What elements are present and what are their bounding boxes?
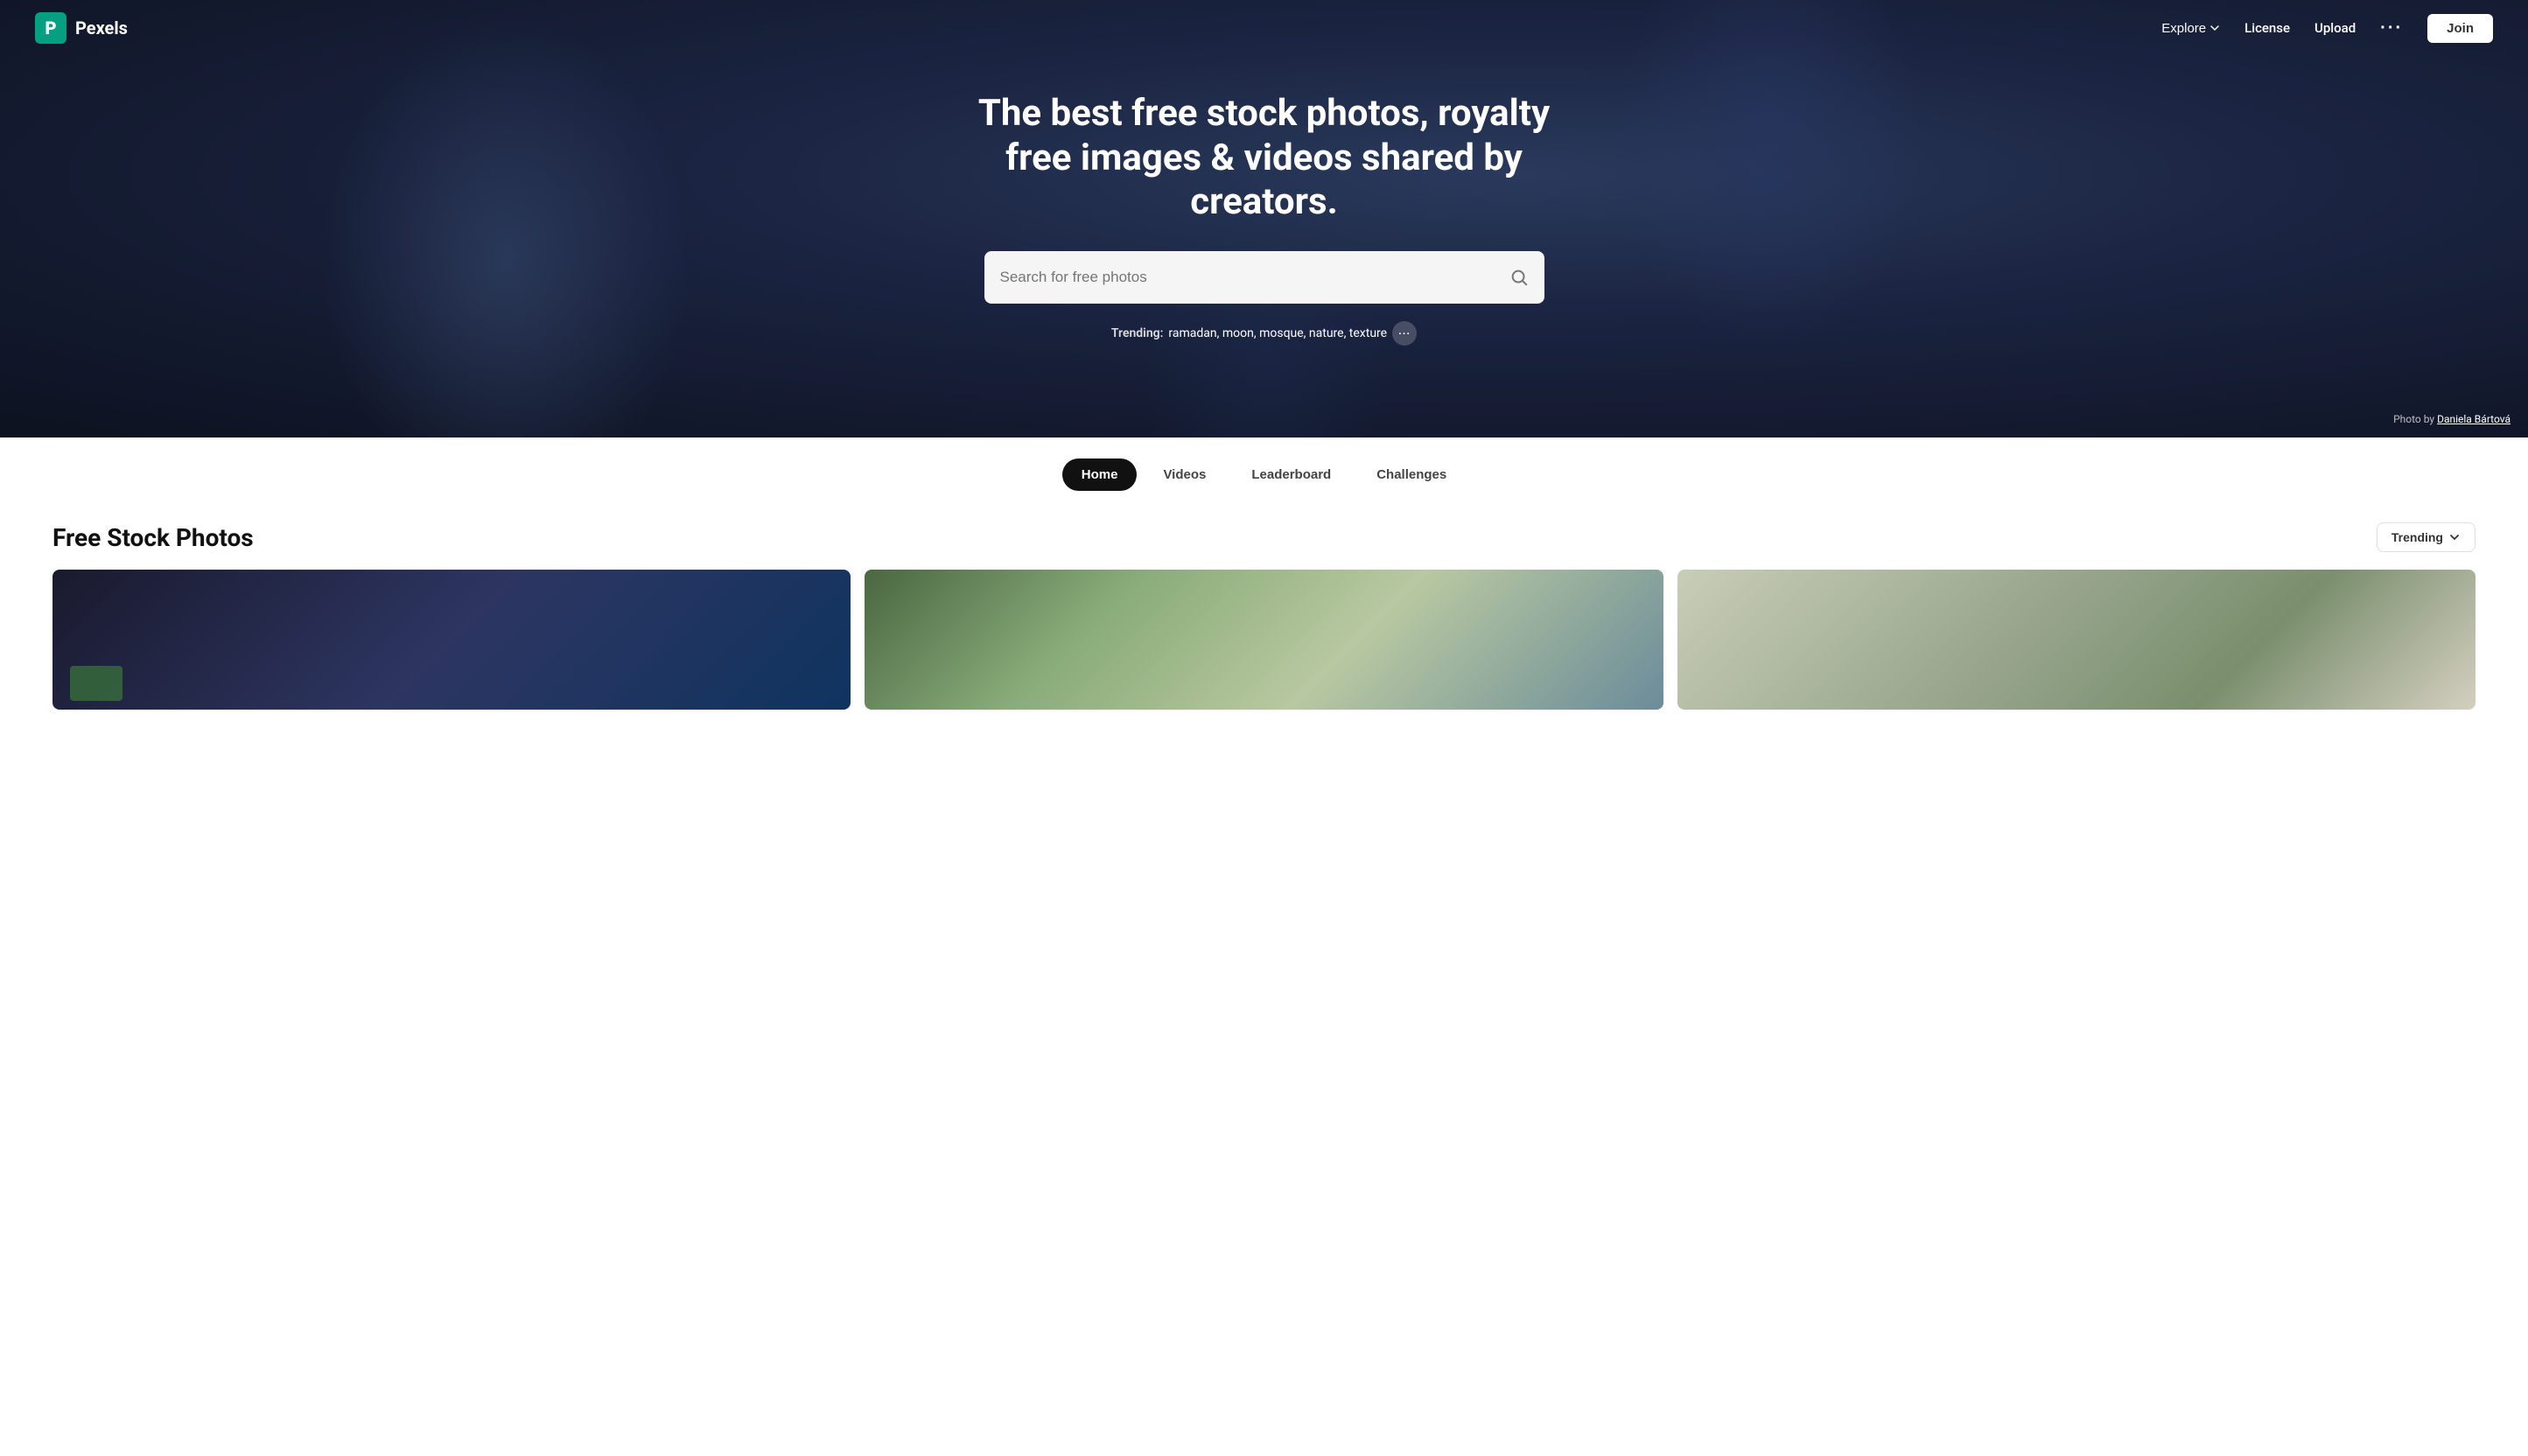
- hero-section: The best free stock photos, royalty free…: [0, 0, 2528, 438]
- photo-card[interactable]: [1677, 570, 2475, 710]
- tab-home[interactable]: Home: [1062, 458, 1138, 491]
- photo-grid: [0, 570, 2528, 745]
- sort-dropdown[interactable]: Trending: [2377, 522, 2475, 552]
- nav-links: Explore License Upload ··· Join: [2161, 14, 2493, 43]
- more-nav-button[interactable]: ···: [2380, 18, 2403, 38]
- brand-name: Pexels: [75, 18, 128, 38]
- section-title: Free Stock Photos: [53, 523, 254, 552]
- tabs-bar: Home Videos Leaderboard Challenges: [0, 438, 2528, 508]
- trending-label: Trending:: [1111, 326, 1164, 340]
- navbar: P Pexels Explore License Upload ··· Join: [0, 0, 2528, 56]
- search-icon[interactable]: [1509, 268, 1529, 287]
- photo-credit-link[interactable]: Daniela Bártová: [2437, 413, 2510, 425]
- logo-icon: P: [35, 12, 67, 44]
- join-button[interactable]: Join: [2427, 14, 2493, 43]
- photo-credit: Photo by Daniela Bártová: [2393, 413, 2510, 425]
- trending-row: Trending: ramadan, moon, mosque, nature,…: [967, 321, 1562, 346]
- tab-leaderboard[interactable]: Leaderboard: [1232, 458, 1350, 491]
- logo-link[interactable]: P Pexels: [35, 12, 128, 44]
- search-input[interactable]: [1000, 269, 1509, 286]
- tab-videos[interactable]: Videos: [1144, 458, 1225, 491]
- explore-nav-button[interactable]: Explore: [2161, 21, 2220, 36]
- sort-label: Trending: [2391, 530, 2443, 544]
- upload-nav-link[interactable]: Upload: [2314, 20, 2356, 36]
- hero-title: The best free stock photos, royalty free…: [967, 92, 1562, 224]
- search-bar: [984, 251, 1544, 304]
- photo-card[interactable]: [53, 570, 851, 710]
- license-nav-link[interactable]: License: [2244, 20, 2290, 36]
- section-header: Free Stock Photos Trending: [0, 508, 2528, 570]
- trending-terms[interactable]: ramadan, moon, mosque, nature, texture: [1168, 326, 1387, 340]
- photo-card[interactable]: [865, 570, 1663, 710]
- tab-challenges[interactable]: Challenges: [1357, 458, 1466, 491]
- trending-more-button[interactable]: ···: [1392, 321, 1417, 346]
- hero-content: The best free stock photos, royalty free…: [949, 92, 1579, 345]
